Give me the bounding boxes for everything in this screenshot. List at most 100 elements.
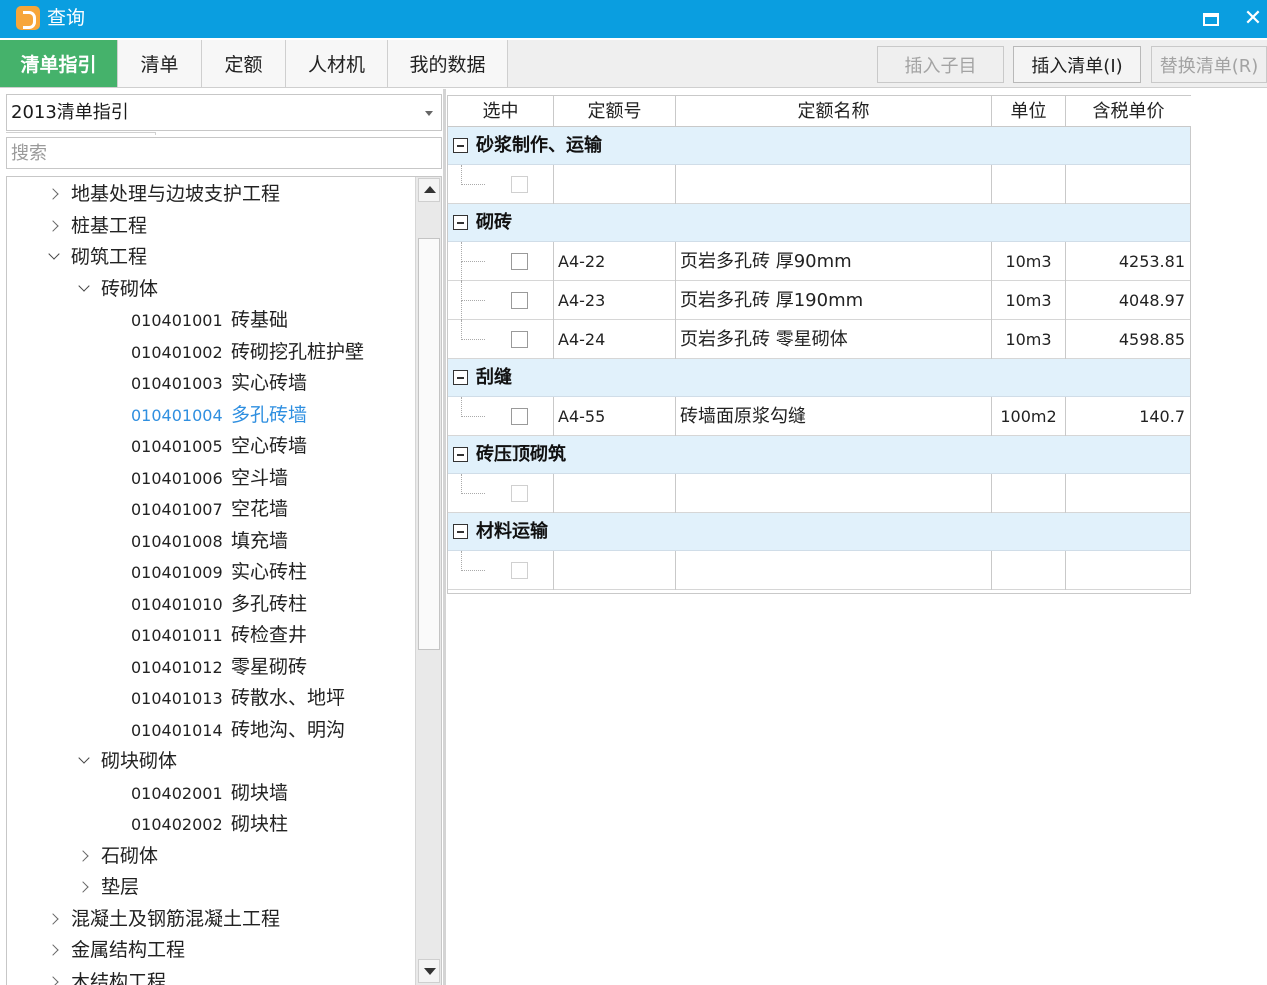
collapse-icon[interactable] [453,215,468,230]
tree-node[interactable]: 石砌体 [77,841,158,872]
tree-leaf-item[interactable]: 010401001 砖基础 [131,305,288,336]
group-row[interactable]: 砌砖 [448,204,1190,242]
tree-leaf-item[interactable]: 010401004 多孔砖墙 [131,400,307,431]
table-row[interactable] [448,474,1190,513]
table-row[interactable]: A4-23 页岩多孔砖 厚190mm 10m3 4048.97 [448,281,1190,320]
tree-leaf-item[interactable]: 010401012 零星砌砖 [131,652,307,683]
tab-bill[interactable]: 清单 [118,40,202,87]
tax-price-cell: 140.7 [1139,407,1185,426]
chevron-right-icon[interactable] [47,967,63,985]
close-button[interactable]: ✕ [1238,4,1267,34]
tree-connector-line [461,301,485,320]
header-tax-price[interactable]: 含税单价 [1066,96,1191,127]
quota-name-cell [676,474,992,513]
select-checkbox[interactable] [511,485,528,502]
header-unit[interactable]: 单位 [992,96,1066,127]
tree-leaf-item[interactable]: 010401009 实心砖柱 [131,557,307,588]
quota-code-cell [554,165,676,204]
maximize-button[interactable] [1196,4,1226,34]
tree-item-code: 010401008 [131,532,223,551]
table-row[interactable]: A4-22 页岩多孔砖 厚90mm 10m3 4253.81 [448,242,1190,281]
tree-leaf-item[interactable]: 010401011 砖检查井 [131,620,307,651]
select-cell [448,474,554,513]
tree-node[interactable]: 金属结构工程 [47,935,185,966]
chevron-right-icon[interactable] [47,211,63,242]
tree-node[interactable]: 混凝土及钢筋混凝土工程 [47,904,280,935]
tree-node[interactable]: 垫层 [77,872,139,903]
header-select[interactable]: 选中 [448,96,554,127]
tree-leaf-item[interactable]: 010401002 砖砌挖孔桩护壁 [131,337,364,368]
group-title: 砂浆制作、运输 [476,135,602,156]
table-row[interactable] [448,165,1190,204]
tree-leaf-item[interactable]: 010401010 多孔砖柱 [131,589,307,620]
collapse-icon[interactable] [453,524,468,539]
tree-node[interactable]: 地基处理与边坡支护工程 [47,179,280,210]
tree-leaf-item[interactable]: 010401008 填充墙 [131,526,288,557]
tree-node[interactable]: 桩基工程 [47,211,147,242]
tab-bill-guide[interactable]: 清单指引 [0,40,118,87]
quota-code-cell [554,474,676,513]
tab-my-data[interactable]: 我的数据 [388,40,508,87]
select-checkbox[interactable] [511,331,528,348]
chevron-down-icon[interactable] [77,746,93,777]
guide-version-select[interactable]: 2013清单指引 [6,94,442,131]
tree-leaf-item[interactable]: 010401006 空斗墙 [131,463,288,494]
collapse-icon[interactable] [453,447,468,462]
tab-quota[interactable]: 定额 [202,40,286,87]
tree-node[interactable]: 木结构工程 [47,967,166,985]
select-cell [448,165,554,204]
chevron-down-icon[interactable] [47,242,63,273]
table-row[interactable]: A4-24 页岩多孔砖 零星砌体 10m3 4598.85 [448,320,1190,359]
tree-node[interactable]: 砖砌体 [77,274,158,305]
chevron-right-icon[interactable] [47,935,63,966]
tree-item-code: 010401004 [131,406,223,425]
chevron-right-icon[interactable] [77,841,93,872]
tree-node[interactable]: 砌块砌体 [77,746,177,777]
tree-leaf-item[interactable]: 010401007 空花墙 [131,494,288,525]
chevron-down-icon[interactable] [77,274,93,305]
table-row[interactable] [448,551,1190,590]
quota-name-cell [676,551,992,590]
scroll-down-icon[interactable] [418,959,440,983]
select-checkbox[interactable] [511,562,528,579]
maximize-icon [1203,12,1219,26]
tree-leaf-item[interactable]: 010401014 砖地沟、明沟 [131,715,345,746]
collapse-icon[interactable] [453,138,468,153]
collapse-icon[interactable] [453,370,468,385]
search-input[interactable] [6,137,442,169]
group-row[interactable]: 材料运输 [448,513,1190,551]
tree-leaf-item[interactable]: 010401005 空心砖墙 [131,431,307,462]
header-quota-name[interactable]: 定额名称 [676,96,992,127]
quota-grid: 选中 定额号 定额名称 单位 含税单价 砂浆制作、运输砌砖 A4-22 页岩多孔砖 … [447,95,1191,594]
bill-tree: 地基处理与边坡支护工程 桩基工程 砌筑工程 砖砌体 010401001 砖基础 010401… [6,176,442,985]
replace-bill-button[interactable]: 替换清单(R) [1151,46,1267,83]
select-checkbox[interactable] [511,253,528,270]
tree-leaf-item[interactable]: 010402001 砌块墙 [131,778,288,809]
chevron-right-icon[interactable] [47,179,63,210]
scroll-up-icon[interactable] [418,178,440,202]
tree-leaf-item[interactable]: 010401003 实心砖墙 [131,368,307,399]
group-row[interactable]: 刮缝 [448,359,1190,397]
select-checkbox[interactable] [511,176,528,193]
chevron-right-icon[interactable] [77,872,93,903]
chevron-right-icon[interactable] [47,904,63,935]
group-row[interactable]: 砂浆制作、运输 [448,127,1190,165]
tree-leaf-item[interactable]: 010401013 砖散水、地坪 [131,683,345,714]
insert-bill-button[interactable]: 插入清单(I) [1013,46,1141,83]
header-quota-code[interactable]: 定额号 [554,96,676,127]
table-row[interactable]: A4-55 砖墙面原浆勾缝 100m2 140.7 [448,397,1190,436]
insert-child-button[interactable]: 插入子目 [877,46,1004,83]
select-checkbox[interactable] [511,408,528,425]
app-logo-icon [16,6,40,30]
left-panel: 2013清单指引 地基处理与边坡支护工程桩基工程砌筑工程砖砌体 010401001… [0,89,446,985]
panel-splitter[interactable] [443,89,446,985]
scrollbar-thumb[interactable] [418,238,440,650]
tree-leaf-item[interactable]: 010402002 砌块柱 [131,809,288,840]
group-row[interactable]: 砖压顶砌筑 [448,436,1190,474]
tab-labor-material-machine[interactable]: 人材机 [286,40,388,87]
tree-scrollbar[interactable] [415,177,441,985]
tree-node[interactable]: 砌筑工程 [47,242,147,273]
tree-item-code: 010401012 [131,658,223,677]
select-checkbox[interactable] [511,292,528,309]
tree-item-label: 实心砖墙 [231,372,308,394]
